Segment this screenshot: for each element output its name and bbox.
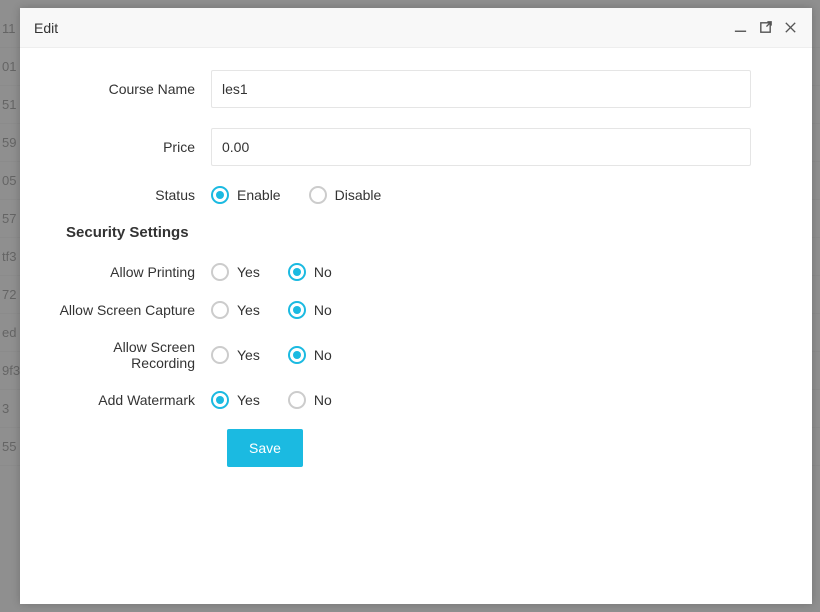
row-status: Status Enable Disable	[56, 186, 776, 204]
radio-label: No	[314, 392, 332, 408]
allow-screen-capture-no-radio[interactable]: No	[288, 301, 332, 319]
radio-icon	[211, 263, 229, 281]
status-enable-radio[interactable]: Enable	[211, 186, 281, 204]
allow-printing-no-radio[interactable]: No	[288, 263, 332, 281]
label-course-name: Course Name	[56, 81, 211, 97]
modal-title: Edit	[34, 8, 58, 48]
label-status: Status	[56, 187, 211, 203]
row-allow-printing: Allow Printing Yes No	[56, 263, 776, 281]
row-price: Price	[56, 128, 776, 166]
allow-screen-recording-yes-radio[interactable]: Yes	[211, 346, 260, 364]
price-input[interactable]	[211, 128, 751, 166]
radio-icon	[288, 346, 306, 364]
window-controls	[733, 20, 798, 35]
radio-label: Yes	[237, 264, 260, 280]
label-allow-screen-capture: Allow Screen Capture	[56, 302, 211, 318]
edit-modal: Edit Course Name Price	[20, 8, 812, 604]
radio-label: No	[314, 347, 332, 363]
radio-label: No	[314, 302, 332, 318]
radio-label: Yes	[237, 347, 260, 363]
radio-icon	[288, 263, 306, 281]
radio-icon	[211, 391, 229, 409]
save-button[interactable]: Save	[227, 429, 303, 467]
close-icon[interactable]	[783, 20, 798, 35]
radio-label: No	[314, 264, 332, 280]
allow-screen-recording-no-radio[interactable]: No	[288, 346, 332, 364]
modal-body: Course Name Price Status Enable	[20, 48, 812, 487]
radio-icon	[309, 186, 327, 204]
row-course-name: Course Name	[56, 70, 776, 108]
add-watermark-no-radio[interactable]: No	[288, 391, 332, 409]
course-name-input[interactable]	[211, 70, 751, 108]
radio-icon	[211, 301, 229, 319]
add-watermark-yes-radio[interactable]: Yes	[211, 391, 260, 409]
radio-icon	[288, 391, 306, 409]
label-add-watermark: Add Watermark	[56, 392, 211, 408]
allow-printing-yes-radio[interactable]: Yes	[211, 263, 260, 281]
status-disable-radio[interactable]: Disable	[309, 186, 382, 204]
button-row: Save	[56, 429, 776, 467]
modal-header: Edit	[20, 8, 812, 48]
row-add-watermark: Add Watermark Yes No	[56, 391, 776, 409]
radio-icon	[211, 186, 229, 204]
label-allow-screen-recording: Allow Screen Recording	[56, 339, 211, 371]
radio-icon	[211, 346, 229, 364]
label-allow-printing: Allow Printing	[56, 264, 211, 280]
maximize-icon[interactable]	[758, 20, 773, 35]
label-price: Price	[56, 139, 211, 155]
allow-screen-capture-yes-radio[interactable]: Yes	[211, 301, 260, 319]
minimize-icon[interactable]	[733, 20, 748, 35]
radio-label: Disable	[335, 187, 382, 203]
row-allow-screen-recording: Allow Screen Recording Yes No	[56, 339, 776, 371]
radio-label: Yes	[237, 302, 260, 318]
radio-label: Enable	[237, 187, 281, 203]
radio-icon	[288, 301, 306, 319]
radio-label: Yes	[237, 392, 260, 408]
section-title-security: Security Settings	[66, 224, 776, 241]
row-allow-screen-capture: Allow Screen Capture Yes No	[56, 301, 776, 319]
